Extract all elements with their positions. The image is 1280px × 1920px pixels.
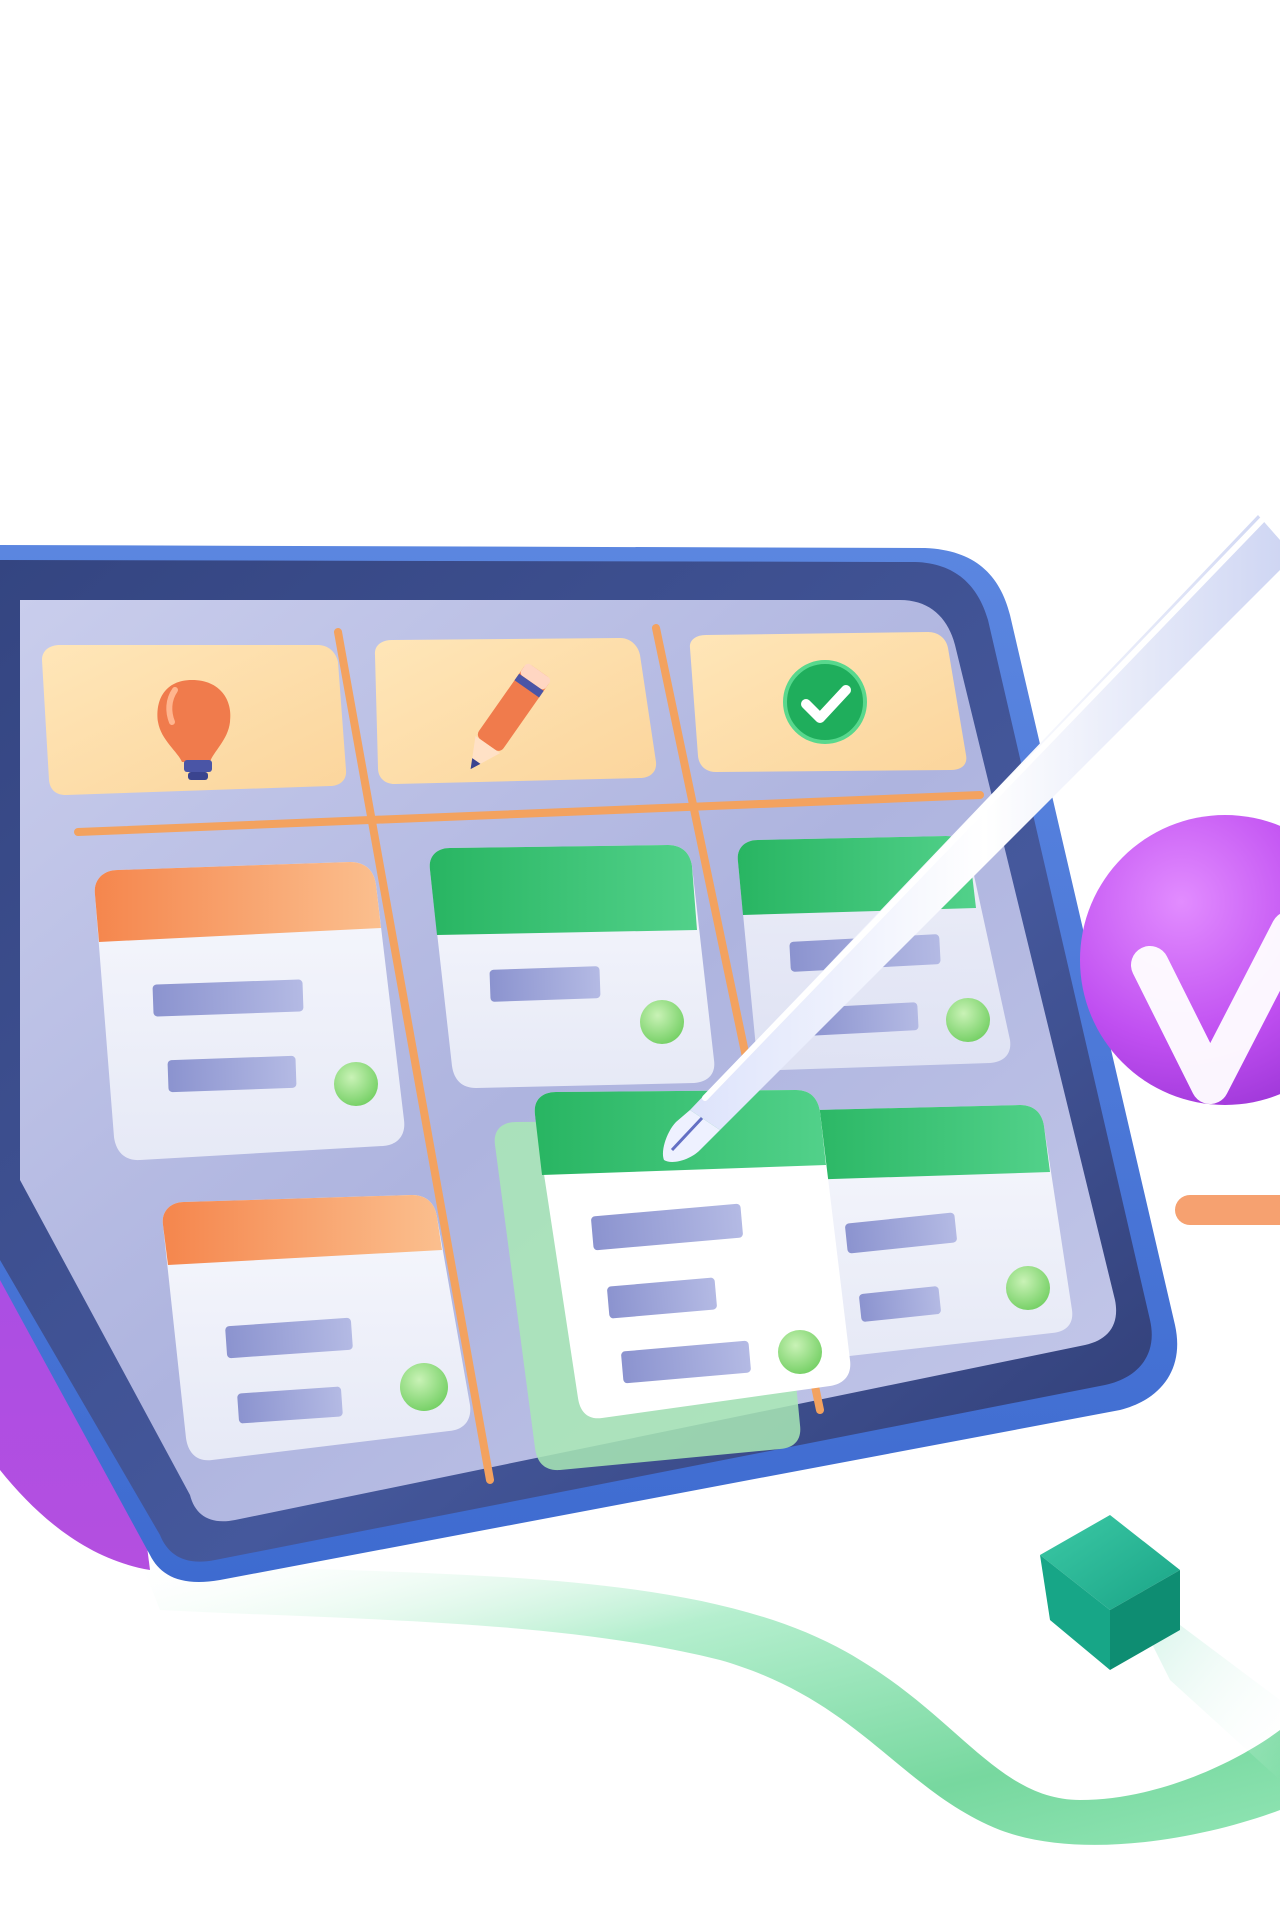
illustration-canvas [0, 0, 1280, 1920]
card-doing-1 [429, 845, 715, 1088]
card-ideas-1 [94, 862, 405, 1161]
check-circle-icon [783, 660, 867, 744]
kanban-tablet-illustration [0, 515, 1280, 1845]
cube-icon [1040, 1515, 1280, 1780]
card-ideas-2 [162, 1195, 471, 1461]
